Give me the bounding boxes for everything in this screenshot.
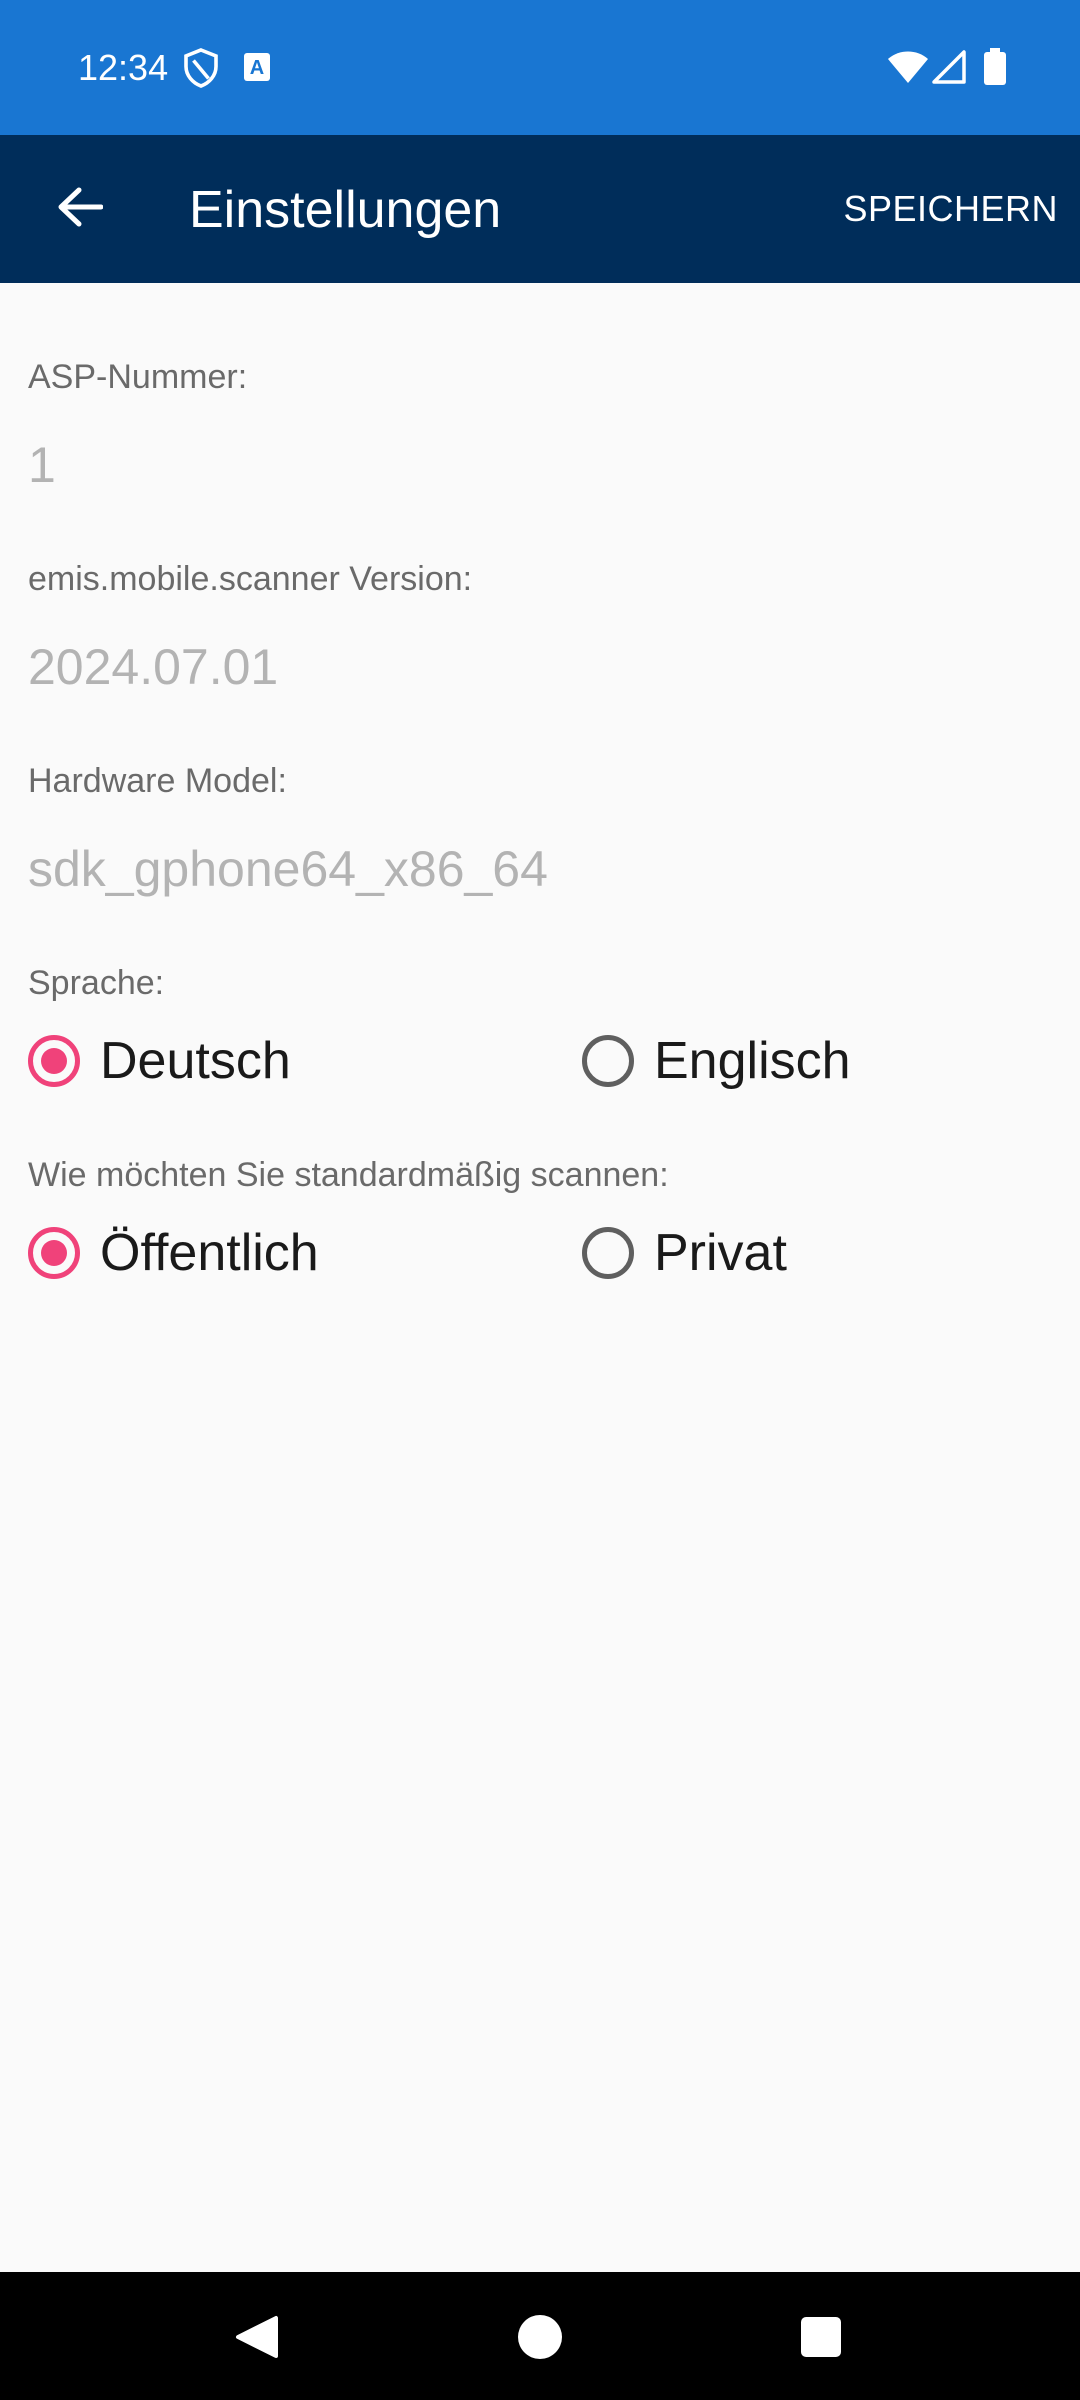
version-value: 2024.07.01 (28, 639, 279, 695)
radio-checked-icon (28, 1035, 80, 1087)
wifi-icon (887, 50, 929, 89)
hardware-value: sdk_gphone64_x86_64 (28, 841, 548, 897)
back-triangle-icon[interactable] (234, 2314, 280, 2365)
radio-privat[interactable]: Privat (582, 1223, 787, 1283)
status-time: 12:34 (78, 47, 169, 88)
radio-unchecked-icon (582, 1035, 634, 1087)
radio-englisch[interactable]: Englisch (582, 1031, 851, 1091)
shield-icon (183, 48, 219, 93)
recents-square-icon[interactable] (800, 2316, 842, 2363)
radio-label: Deutsch (100, 1032, 291, 1090)
a-notification-icon: A (243, 52, 271, 87)
system-nav-bar (0, 2272, 1080, 2400)
asp-value: 1 (28, 437, 56, 493)
battery-icon (983, 48, 1007, 91)
radio-label: Privat (654, 1224, 787, 1282)
arrow-left-icon (57, 187, 104, 232)
radio-label: Öffentlich (100, 1224, 319, 1282)
radio-checked-icon (28, 1227, 80, 1279)
version-label: emis.mobile.scanner Version: (28, 560, 473, 598)
save-button[interactable]: SPEICHERN (843, 183, 1058, 235)
radio-oeffentlich[interactable]: Öffentlich (28, 1223, 319, 1283)
back-button[interactable] (36, 165, 124, 253)
language-label: Sprache: (28, 964, 165, 1002)
asp-label: ASP-Nummer: (28, 358, 248, 396)
signal-icon (932, 50, 966, 89)
app-bar: Einstellungen SPEICHERN (0, 135, 1080, 283)
page-title: Einstellungen (189, 181, 502, 239)
scan-mode-label: Wie möchten Sie standardmäßig scannen: (28, 1156, 669, 1194)
status-bar: 12:34 A (0, 0, 1080, 135)
hardware-label: Hardware Model: (28, 762, 287, 800)
home-circle-icon[interactable] (517, 2314, 563, 2365)
svg-text:A: A (250, 57, 264, 79)
radio-unchecked-icon (582, 1227, 634, 1279)
radio-deutsch[interactable]: Deutsch (28, 1031, 291, 1091)
radio-label: Englisch (654, 1032, 851, 1090)
